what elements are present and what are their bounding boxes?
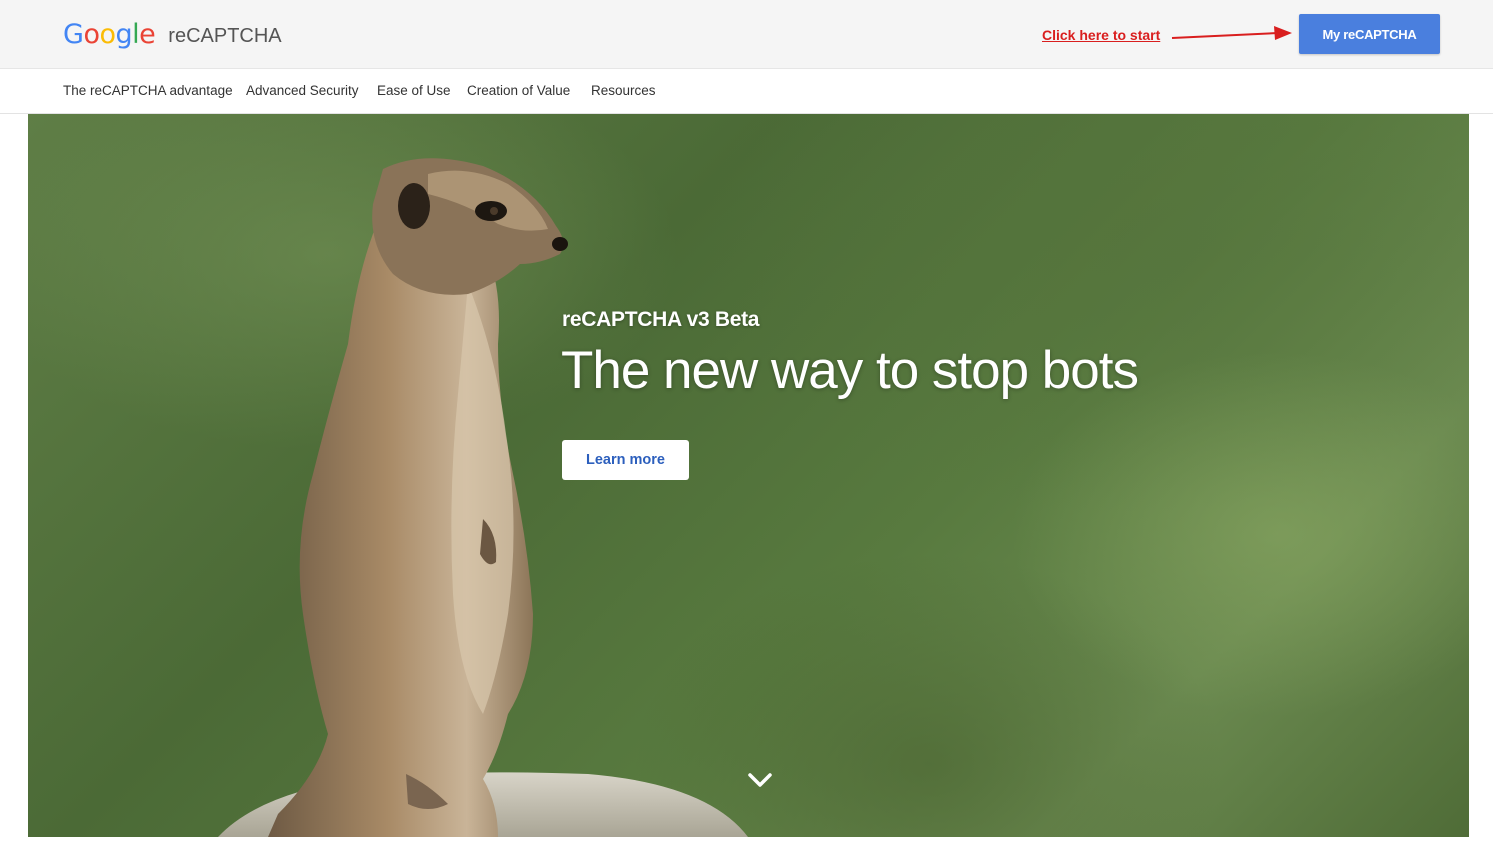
- nav-item-creation-of-value[interactable]: Creation of Value: [467, 83, 570, 98]
- hero-eyebrow: reCAPTCHA v3 Beta: [562, 308, 760, 331]
- logo-letter: o: [83, 18, 100, 50]
- nav-item-recaptcha-advantage[interactable]: The reCAPTCHA advantage: [63, 83, 233, 98]
- logo-letter: e: [139, 18, 156, 50]
- top-bar: Google reCAPTCHA Click here to start My …: [0, 0, 1493, 69]
- nav-item-ease-of-use[interactable]: Ease of Use: [377, 83, 451, 98]
- product-name: reCAPTCHA: [168, 24, 282, 47]
- google-logo: Google: [63, 18, 156, 50]
- nav-item-advanced-security[interactable]: Advanced Security: [246, 83, 359, 98]
- my-recaptcha-button[interactable]: My reCAPTCHA: [1299, 14, 1440, 54]
- chevron-down-icon[interactable]: [747, 771, 773, 789]
- nav-bar: The reCAPTCHA advantage Advanced Securit…: [0, 69, 1493, 114]
- logo-letter: o: [99, 18, 116, 50]
- logo-letter: G: [63, 18, 84, 50]
- logo-letter: g: [115, 18, 133, 50]
- hero-title: The new way to stop bots: [561, 341, 1139, 400]
- meerkat-photo: [218, 158, 748, 837]
- hero-banner: reCAPTCHA v3 Beta The new way to stop bo…: [28, 114, 1469, 837]
- recaptcha-logo[interactable]: Google reCAPTCHA: [63, 14, 282, 54]
- learn-more-button[interactable]: Learn more: [562, 440, 689, 480]
- annotation-text: Click here to start: [1042, 27, 1161, 43]
- nav-item-resources[interactable]: Resources: [591, 83, 656, 98]
- annotation-arrow-icon: [1171, 26, 1292, 40]
